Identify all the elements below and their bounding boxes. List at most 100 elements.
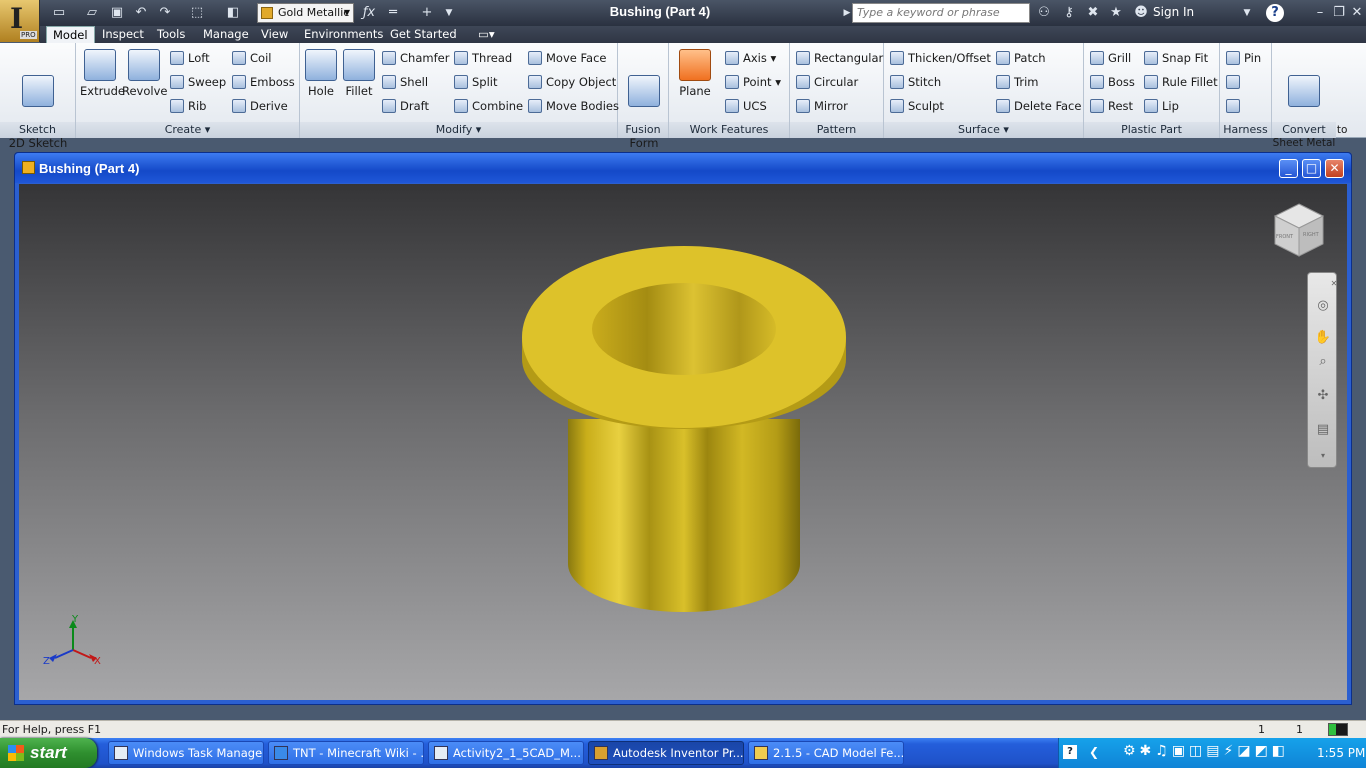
close-icon[interactable]: ✕ [1348, 4, 1366, 22]
open-icon[interactable]: ▱ [83, 4, 101, 22]
thread-button[interactable]: Thread [454, 48, 512, 68]
search-input[interactable]: Type a keyword or phrase [852, 3, 1030, 23]
bushing-model[interactable] [19, 184, 1347, 700]
binoculars-icon[interactable]: ⚇ [1035, 4, 1053, 22]
rib-button[interactable]: Rib [170, 96, 207, 116]
boss-button[interactable]: Boss [1090, 72, 1135, 92]
fx-icon[interactable]: ƒx [360, 4, 378, 22]
tab-manage[interactable]: Manage [197, 26, 255, 43]
convert-to-sheet-metal-button[interactable]: Convert to Sheet Metal [1272, 47, 1347, 163]
navbar-close-icon[interactable]: ✕ [1330, 275, 1338, 293]
lip-button[interactable]: Lip [1144, 96, 1179, 116]
select-icon[interactable]: ⬚ [188, 4, 206, 22]
redo-icon[interactable]: ↷ [156, 4, 174, 22]
zoom-icon[interactable]: ⌕ [1314, 353, 1332, 371]
tab-environments[interactable]: Environments [298, 26, 389, 43]
rectangular-pattern-button[interactable]: Rectangular [796, 48, 883, 68]
tray-icons[interactable]: ⚙✱♫▣◫▤⚡◪◩◧ [1123, 743, 1289, 759]
sweep-button[interactable]: Sweep [170, 72, 226, 92]
mirror-button[interactable]: Mirror [796, 96, 848, 116]
tray-help-icon[interactable]: ? [1063, 745, 1077, 759]
derive-button[interactable]: Derive [232, 96, 288, 116]
help-icon[interactable]: ? [1266, 4, 1284, 22]
move-bodies-button[interactable]: Move Bodies [528, 96, 619, 116]
ribbon-toggle-icon[interactable]: ▭▾ [472, 26, 501, 43]
viewcube[interactable]: FRONT RIGHT [1273, 202, 1325, 257]
revolve-button[interactable]: Revolve [122, 47, 167, 98]
plane-button[interactable]: Plane [675, 47, 715, 98]
tab-get-started[interactable]: Get Started [384, 26, 463, 43]
doc-close-icon[interactable]: ✕ [1325, 159, 1344, 178]
copy-object-button[interactable]: Copy Object [528, 72, 616, 92]
split-button[interactable]: Split [454, 72, 498, 92]
shell-button[interactable]: Shell [382, 72, 428, 92]
fillet-button[interactable]: Fillet [340, 47, 378, 98]
navbar-menu-icon[interactable]: ▾ [1314, 447, 1332, 465]
rule-fillet-button[interactable]: Rule Fillet [1144, 72, 1218, 92]
subscription-icon[interactable]: ✖ [1084, 4, 1102, 22]
sign-in-link[interactable]: Sign In [1133, 5, 1194, 19]
harness-delete-button[interactable] [1226, 96, 1244, 116]
taskbar-item-folder[interactable]: 2.1.5 - CAD Model Fe... [748, 741, 904, 765]
combine-button[interactable]: Combine [454, 96, 523, 116]
undo-icon[interactable]: ↶ [132, 4, 150, 22]
emboss-button[interactable]: Emboss [232, 72, 295, 92]
extrude-button[interactable]: Extrude [80, 47, 125, 98]
axis-button[interactable]: Axis ▾ [725, 48, 776, 68]
group-label-modify[interactable]: Modify ▾ [300, 122, 617, 138]
restore-icon[interactable]: ❐ [1330, 4, 1348, 22]
patch-button[interactable]: Patch [996, 48, 1046, 68]
taskbar-item-word[interactable]: Activity2_1_5CAD_M... [428, 741, 584, 765]
appearance-icon[interactable]: ◧ [224, 4, 242, 22]
stitch-button[interactable]: Stitch [890, 72, 941, 92]
move-face-button[interactable]: Move Face [528, 48, 607, 68]
start-button[interactable]: start [0, 738, 97, 768]
pin-button[interactable]: Pin [1226, 48, 1261, 68]
snap-fit-button[interactable]: Snap Fit [1144, 48, 1208, 68]
measure-icon[interactable]: ═ [384, 4, 402, 22]
taskbar-item-task-manager[interactable]: Windows Task Manager [108, 741, 264, 765]
look-at-icon[interactable]: ▤ [1314, 421, 1332, 439]
edit-form-button[interactable]: Edit Form [624, 47, 668, 163]
trim-button[interactable]: Trim [996, 72, 1038, 92]
save-icon[interactable]: ▣ [108, 4, 126, 22]
circular-pattern-button[interactable]: Circular [796, 72, 858, 92]
coil-button[interactable]: Coil [232, 48, 271, 68]
hole-button[interactable]: Hole [304, 47, 338, 98]
draft-button[interactable]: Draft [382, 96, 429, 116]
graphics-viewport[interactable]: FRONT RIGHT ✕ ◎ ✋ ⌕ ✣ ▤ ▾ Y X Z [19, 184, 1347, 700]
sculpt-button[interactable]: Sculpt [890, 96, 944, 116]
material-dropdown[interactable]: Gold Metallic ▼ [257, 3, 354, 23]
group-label-create[interactable]: Create ▾ [76, 122, 299, 138]
delete-face-button[interactable]: Delete Face [996, 96, 1081, 116]
group-label-surface[interactable]: Surface ▾ [884, 122, 1083, 138]
thicken-offset-button[interactable]: Thicken/Offset [890, 48, 991, 68]
doc-maximize-icon[interactable]: □ [1302, 159, 1321, 178]
orbit-icon[interactable]: ✣ [1314, 387, 1332, 405]
chamfer-button[interactable]: Chamfer [382, 48, 449, 68]
key-icon[interactable]: ⚷ [1060, 4, 1078, 22]
tab-model[interactable]: Model [46, 26, 95, 44]
create-2d-sketch-button[interactable]: Create 2D Sketch [8, 47, 68, 163]
grill-button[interactable]: Grill [1090, 48, 1131, 68]
tab-view[interactable]: View [255, 26, 294, 43]
tab-inspect[interactable]: Inspect [96, 26, 150, 43]
pan-hand-icon[interactable]: ✋ [1314, 329, 1332, 347]
harness-tool-button[interactable] [1226, 72, 1244, 92]
favorites-star-icon[interactable]: ★ [1107, 4, 1125, 22]
taskbar-item-inventor[interactable]: Autodesk Inventor Pr... [588, 741, 744, 765]
minimize-icon[interactable]: – [1311, 4, 1329, 22]
chevron-down-icon[interactable]: ▼ [1238, 4, 1256, 22]
tab-tools[interactable]: Tools [151, 26, 191, 43]
rest-button[interactable]: Rest [1090, 96, 1133, 116]
add-icon[interactable]: + [418, 4, 436, 22]
doc-minimize-icon[interactable]: _ [1279, 159, 1298, 178]
new-icon[interactable]: ▭ [50, 4, 68, 22]
loft-button[interactable]: Loft [170, 48, 210, 68]
steering-wheel-icon[interactable]: ◎ [1314, 297, 1332, 315]
point-button[interactable]: Point ▾ [725, 72, 781, 92]
application-menu-button[interactable]: I PRO [0, 0, 40, 42]
taskbar-item-ie[interactable]: TNT - Minecraft Wiki - ... [268, 741, 424, 765]
ucs-button[interactable]: UCS [725, 96, 767, 116]
customize-qat-icon[interactable]: ▼ [440, 4, 458, 22]
